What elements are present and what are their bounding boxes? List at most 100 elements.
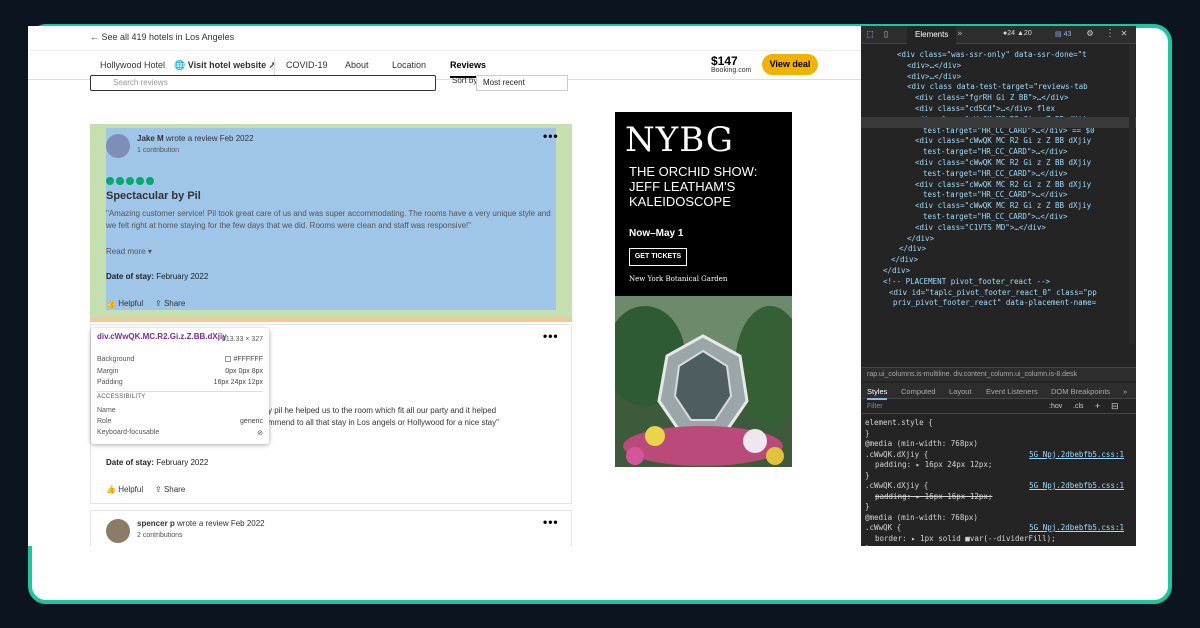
review-author[interactable]: Jake M — [137, 134, 164, 143]
dom-tree-node[interactable]: <div class="C1VTS MD">…</div> — [915, 223, 1046, 232]
search-reviews-input[interactable]: Search reviews — [90, 75, 436, 91]
more-options-icon[interactable]: ••• — [543, 515, 559, 529]
dom-tree-node[interactable]: <div class="cWwQK MC R2 Gi z Z BB dXjiy — [915, 180, 1091, 189]
css-rule-line[interactable]: } — [865, 502, 1130, 511]
rating-bubble — [116, 177, 124, 185]
css-source-link[interactable]: 5G_Npj.2dbebfb5.css:1 — [1029, 450, 1124, 459]
css-rule-line[interactable]: padding: ▸ 16px 24px 12px; — [875, 460, 1136, 469]
avatar[interactable] — [106, 519, 130, 543]
more-tabs-icon[interactable]: » — [1123, 387, 1127, 396]
sort-value: Most recent — [483, 78, 525, 87]
dom-tree-node[interactable]: <div>…</div> — [907, 61, 961, 70]
dom-tree-node[interactable]: <div class="cdSCd">…</div> flex — [915, 104, 1055, 113]
css-source-link[interactable]: 5G_Npj.2dbebfb5.css:1 — [1029, 481, 1124, 490]
dom-tree-node[interactable]: <div class="cWwQK MC R2 Gi z Z BB dXjiy — [915, 201, 1091, 210]
tab-elements[interactable]: Elements — [907, 26, 957, 44]
dom-tree-node[interactable]: <div id="taplc_pivot_footer_react_0" cla… — [889, 288, 1097, 297]
read-more-link[interactable]: Read more ▾ — [106, 247, 152, 256]
tooltip-role-row: Role generic — [97, 418, 263, 425]
inspect-tooltip: div.cWwQK.MC.R2.Gi.z.Z.BB.dXjiy 813.33 ×… — [91, 328, 269, 444]
dom-tree-node[interactable]: <div class="was-ssr-only" data-ssr-done=… — [897, 50, 1087, 59]
css-rule-line[interactable]: @media (min-width: 768px) — [865, 513, 1130, 522]
dom-tree-node[interactable]: test-target="HR_CC_CARD">…</div> — [923, 190, 1068, 199]
styles-tabbar: Styles Computed Layout Event Listeners D… — [861, 383, 1136, 400]
orchid-show-photo — [615, 296, 792, 467]
add-rule-icon[interactable]: + — [1095, 401, 1100, 411]
device-toolbar-icon[interactable]: ▯ — [883, 29, 889, 40]
nybg-ad[interactable]: NYBG THE ORCHID SHOW: JEFF LEATHAM'S KAL… — [615, 112, 792, 467]
dom-tree-node[interactable]: </div> — [907, 234, 934, 243]
tab-covid[interactable]: COVID-19 — [286, 60, 328, 70]
review-contributions: 2 contributions — [137, 532, 183, 539]
visit-website-label: Visit hotel website — [187, 60, 267, 70]
cls-toggle[interactable]: .cls — [1073, 403, 1084, 410]
share-button[interactable]: ⇪ Share — [155, 485, 185, 494]
tab-layout[interactable]: Layout — [949, 387, 972, 396]
error-count[interactable]: ●24 ▲20 — [1003, 30, 1032, 37]
tooltip-label: Keyboard-focusable — [97, 429, 160, 436]
dom-tree-node[interactable]: <div class="cWwQK MC R2 Gi z Z BB dXjiy — [915, 158, 1091, 167]
hotel-page: ← See all 419 hotels in Los Angeles Holl… — [28, 26, 861, 546]
close-icon[interactable]: ✕ — [1121, 28, 1127, 39]
dom-tree-node[interactable]: <div>…</div> — [907, 72, 961, 81]
dom-tree-node[interactable]: test-target="HR_CC_CARD">…</div> — [923, 147, 1068, 156]
tab-styles[interactable]: Styles — [867, 387, 888, 400]
ad-footer: New York Botanical Garden — [629, 275, 728, 283]
dom-tree-node[interactable]: <div class="cWwQK MC R2 Gi z Z BB dXjiy — [915, 136, 1091, 145]
css-rule-line[interactable]: @media (min-width: 768px) — [865, 439, 1130, 448]
view-deal-button[interactable]: View deal — [762, 54, 818, 75]
helpful-button[interactable]: 👍 Helpful — [106, 299, 143, 308]
css-rule-line[interactable]: padding: ▸ 16px 16px 12px; — [875, 492, 1136, 501]
dom-tree-node[interactable]: </div> — [883, 266, 910, 275]
dom-tree-node[interactable]: test-target="HR_CC_CARD">…</div> — [923, 212, 1068, 221]
css-rule-line[interactable]: .cWwQK {5G_Npj.2dbebfb5.css:1 — [865, 523, 1130, 532]
avatar[interactable] — [106, 134, 130, 158]
share-button[interactable]: ⇪ Share — [155, 299, 185, 308]
css-rule-line[interactable]: .cWwQK.dXjiy {5G_Npj.2dbebfb5.css:1 — [865, 481, 1130, 490]
tab-dom-breakpoints[interactable]: DOM Breakpoints — [1051, 387, 1110, 396]
breadcrumb[interactable]: rap.ui_columns.is-multiline. div.content… — [861, 367, 1136, 381]
dom-tree-node[interactable]: <div class="fgrRH Gi Z BB">…</div> — [915, 93, 1069, 102]
price-provider: Booking.com — [711, 67, 752, 74]
visit-website-link[interactable]: 🌐 Visit hotel website ↗ — [174, 60, 276, 71]
more-options-icon[interactable]: ••• — [543, 329, 559, 343]
tab-location[interactable]: Location — [392, 60, 426, 70]
review-author-line: spencer p wrote a review Feb 2022 — [137, 519, 265, 528]
get-tickets-button[interactable]: GET TICKETS — [629, 248, 687, 266]
dom-tree-scrollbar[interactable] — [1129, 44, 1135, 344]
dom-tree-node[interactable]: </div> — [899, 244, 926, 253]
gear-icon[interactable]: ⚙ — [1087, 28, 1093, 39]
tab-about[interactable]: About — [345, 60, 369, 70]
more-options-icon[interactable]: ••• — [543, 129, 559, 143]
review-action: wrote a review Feb 2022 — [177, 519, 265, 528]
filter-input[interactable]: Filter — [867, 403, 883, 410]
css-source-link[interactable]: 5G_Npj.2dbebfb5.css:1 — [1029, 523, 1124, 532]
globe-icon: 🌐 — [174, 60, 186, 70]
review-author[interactable]: spencer p — [137, 519, 175, 528]
helpful-button[interactable]: 👍 Helpful — [106, 485, 143, 494]
hov-toggle[interactable]: :hov — [1049, 403, 1062, 410]
hotel-name[interactable]: Hollywood Hotel — [100, 60, 165, 70]
more-tabs-icon[interactable]: » — [957, 29, 962, 39]
dom-tree-node[interactable]: <!-- PLACEMENT pivot_footer_react --> — [883, 277, 1050, 286]
toggle-sidebar-icon[interactable]: ⊟ — [1111, 401, 1119, 412]
dom-tree-node[interactable]: priv_pivot_footer_react" data-placement-… — [893, 298, 1096, 307]
css-rule-line[interactable]: } — [865, 544, 1130, 546]
tab-event-listeners[interactable]: Event Listeners — [986, 387, 1038, 396]
css-rule-line[interactable]: .cWwQK.dXjiy {5G_Npj.2dbebfb5.css:1 — [865, 450, 1130, 459]
dom-tree-node[interactable]: </div> — [891, 255, 918, 264]
info-count[interactable]: ▤ 43 — [1055, 30, 1071, 38]
css-rule-line[interactable]: } — [865, 471, 1130, 480]
css-rule-line[interactable]: } — [865, 429, 1130, 438]
helpful-label: Helpful — [118, 299, 144, 308]
dom-tree-node[interactable]: <div class data-test-target="reviews-tab — [907, 82, 1088, 91]
inspect-icon[interactable]: ⬚ — [867, 29, 873, 40]
css-rule-line[interactable]: element.style { — [865, 418, 1130, 427]
kebab-menu-icon[interactable]: ⋮ — [1105, 28, 1115, 39]
tab-computed[interactable]: Computed — [901, 387, 936, 396]
dom-tree-node[interactable]: test-target="HR_CC_CARD">…</div> — [923, 169, 1068, 178]
back-link[interactable]: ← See all 419 hotels in Los Angeles — [90, 32, 234, 42]
css-rule-line[interactable]: border: ▸ 1px solid ■var(--dividerFill); — [875, 534, 1136, 543]
sort-select[interactable]: Most recent — [476, 75, 568, 91]
review-title[interactable]: Spectacular by Pil — [106, 190, 201, 202]
